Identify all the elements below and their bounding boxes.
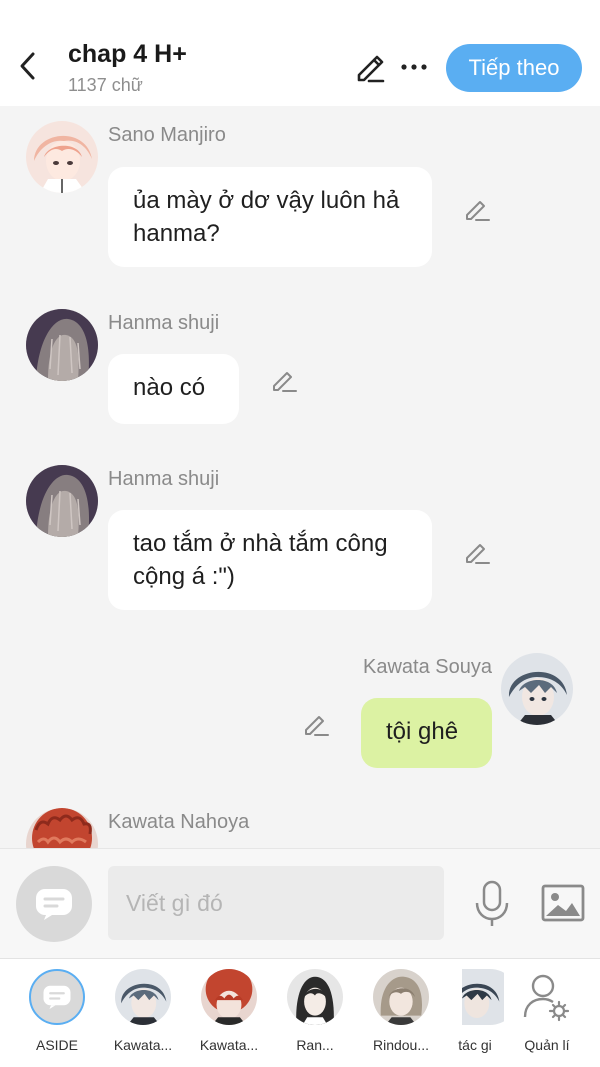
- page-title: chap 4 H+: [68, 40, 187, 68]
- character-aside[interactable]: ASIDE: [20, 969, 94, 1053]
- avatar-kawata-souya[interactable]: [501, 653, 573, 725]
- chat-message: Kawata Souya tội ghê: [0, 642, 600, 782]
- edit-message-button[interactable]: [269, 365, 299, 395]
- character-label: Rindou...: [372, 1037, 430, 1053]
- edit-message-button[interactable]: [462, 537, 492, 567]
- message-composer: [0, 848, 600, 958]
- more-options-button[interactable]: [398, 52, 430, 82]
- character-label: Kawata...: [199, 1037, 259, 1053]
- message-bubble[interactable]: tao tắm ở nhà tắm công cộng á :"): [108, 510, 432, 610]
- character-bar: ASIDE Kawata... Kawata... Ran... Rindou.…: [0, 958, 600, 1067]
- image-icon: [541, 884, 585, 922]
- avatar: [373, 969, 429, 1025]
- character-label: Kawata...: [113, 1037, 173, 1053]
- top-bar: chap 4 H+ 1137 chữ Tiếp theo: [0, 0, 600, 106]
- chat-message: Kawata Nahoya: [0, 800, 600, 848]
- character-label: tác gi: [458, 1037, 492, 1053]
- sender-name: Kawata Nahoya: [108, 811, 250, 833]
- chat-message: Hanma shuji tao tắm ở nhà tắm công cộng …: [0, 452, 600, 622]
- avatar: [115, 969, 171, 1025]
- avatar-kawata-nahoya[interactable]: [26, 808, 98, 848]
- message-bubble[interactable]: tội ghê: [361, 698, 492, 768]
- message-input[interactable]: [108, 866, 444, 940]
- avatar-hanma-shuji[interactable]: [26, 465, 98, 537]
- character-kawata-nahoya[interactable]: Kawata...: [192, 969, 266, 1053]
- sender-name: Hanma shuji: [108, 312, 220, 334]
- back-button[interactable]: [14, 48, 44, 84]
- character-label: Quản lí: [524, 1037, 570, 1053]
- manage-characters-button[interactable]: Quản lí: [510, 969, 584, 1053]
- avatar: [287, 969, 343, 1025]
- edit-button[interactable]: [352, 50, 386, 84]
- microphone-button[interactable]: [472, 879, 512, 929]
- pencil-icon: [466, 544, 490, 564]
- microphone-icon: [475, 880, 509, 926]
- avatar: [201, 969, 257, 1025]
- insert-image-button[interactable]: [540, 883, 586, 923]
- sender-name: Sano Manjiro: [108, 124, 226, 146]
- message-bubble[interactable]: ủa mày ở dơ vậy luôn hả hanma?: [108, 167, 432, 267]
- pencil-icon: [357, 55, 385, 83]
- sender-name: Kawata Souya: [363, 656, 492, 678]
- chat-bubble-icon: [36, 889, 72, 920]
- character-ran[interactable]: Ran...: [278, 969, 352, 1053]
- chat-bubble-icon: [43, 985, 71, 1009]
- message-bubble[interactable]: nào có: [108, 354, 239, 424]
- pencil-icon: [305, 716, 329, 736]
- chat-message: Hanma shuji nào có: [0, 296, 600, 426]
- avatar-hanma-shuji[interactable]: [26, 309, 98, 381]
- chevron-left-icon: [20, 52, 35, 80]
- sender-name: Hanma shuji: [108, 468, 220, 490]
- edit-message-button[interactable]: [462, 194, 492, 224]
- next-button[interactable]: Tiếp theo: [446, 44, 582, 92]
- chat-message: Sano Manjiro ủa mày ở dơ vậy luôn hả han…: [0, 106, 600, 286]
- character-label: Ran...: [296, 1037, 334, 1053]
- pencil-icon: [273, 372, 297, 392]
- aside-toggle-button[interactable]: [16, 866, 92, 942]
- aside-avatar: [29, 969, 85, 1025]
- avatar-sano-manjiro[interactable]: [26, 121, 98, 193]
- character-rindou[interactable]: Rindou...: [364, 969, 438, 1053]
- character-author[interactable]: tác gi: [438, 969, 512, 1053]
- user-settings-icon: [523, 974, 570, 1022]
- word-count: 1137 chữ: [68, 75, 143, 95]
- chat-area[interactable]: Sano Manjiro ủa mày ở dơ vậy luôn hả han…: [0, 106, 600, 848]
- more-dots-icon: [401, 64, 427, 70]
- character-kawata-souya[interactable]: Kawata...: [106, 969, 180, 1053]
- edit-message-button[interactable]: [301, 709, 331, 739]
- manage-icon-wrapper: [519, 969, 575, 1025]
- pencil-icon: [466, 201, 490, 221]
- character-label: ASIDE: [35, 1037, 78, 1053]
